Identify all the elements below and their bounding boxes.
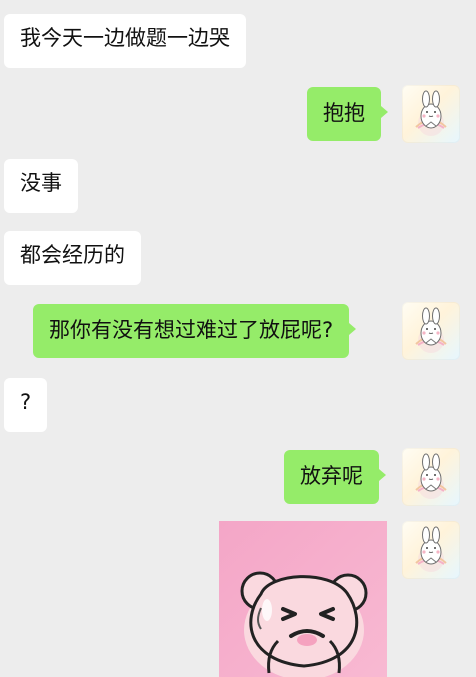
sticker-message[interactable] — [219, 521, 387, 677]
incoming-message-bubble[interactable]: 没事 — [4, 159, 78, 213]
avatar[interactable] — [402, 85, 460, 143]
bunny-avatar-icon — [415, 307, 447, 353]
pink-bear-sticker-icon — [219, 521, 387, 677]
outgoing-message-bubble[interactable]: 抱抱 — [307, 87, 388, 141]
avatar[interactable] — [402, 448, 460, 506]
avatar[interactable] — [402, 521, 460, 579]
bunny-avatar-icon — [415, 526, 447, 572]
outgoing-message-bubble[interactable]: 那你有没有想过难过了放屁呢? — [33, 304, 357, 358]
incoming-message-bubble[interactable]: ? — [4, 378, 48, 432]
avatar[interactable] — [402, 302, 460, 360]
incoming-message-bubble[interactable]: 都会经历的 — [4, 231, 141, 285]
incoming-message-bubble[interactable]: 我今天一边做题一边哭 — [4, 14, 246, 68]
chat-conversation: 我今天一边做题一边哭 抱抱 没事 都会经历的 那你有没有想过难过了放屁呢? ? … — [0, 0, 476, 677]
bunny-avatar-icon — [415, 453, 447, 499]
outgoing-message-bubble[interactable]: 放弃呢 — [284, 450, 386, 504]
bunny-avatar-icon — [415, 90, 447, 136]
